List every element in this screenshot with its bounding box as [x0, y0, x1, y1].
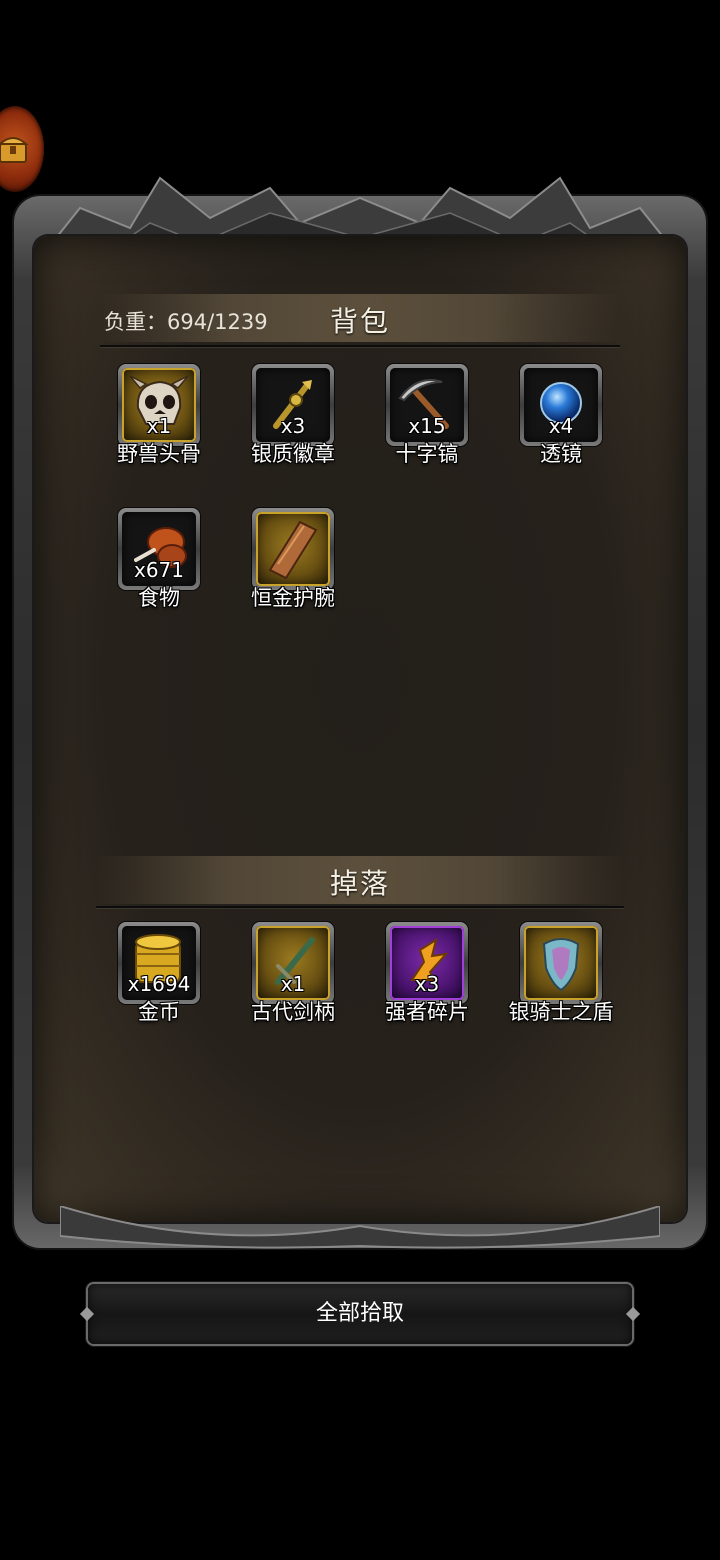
- item-slot-frame: [520, 922, 602, 1004]
- item-name: 古代剑柄: [251, 1000, 335, 1024]
- inventory-item-beast-skull[interactable]: x1 野兽头骨: [92, 364, 226, 474]
- item-count: x1: [146, 414, 172, 438]
- item-count: x671: [133, 558, 184, 582]
- bracer-icon: [256, 512, 330, 586]
- item-name: 食物: [138, 586, 180, 610]
- inventory-item-food[interactable]: x671 食物: [92, 508, 226, 618]
- inventory-item-bracer[interactable]: 恒金护腕: [226, 508, 360, 618]
- item-count: x15: [408, 414, 446, 438]
- drops-header-divider: [96, 906, 624, 908]
- drop-item-sword-hilt[interactable]: x1 古代剑柄: [226, 922, 360, 1032]
- drop-item-silver-knight-shield[interactable]: 银骑士之盾: [494, 922, 628, 1032]
- pickup-all-button[interactable]: 全部拾取: [79, 1284, 641, 1344]
- item-name: 金币: [138, 1000, 180, 1024]
- button-corner-ornament: [625, 1306, 641, 1322]
- item-name: 十字镐: [395, 442, 459, 466]
- inventory-item-pickaxe[interactable]: x15 十字镐: [360, 364, 494, 474]
- drop-item-gold-coins[interactable]: x1694 金币: [92, 922, 226, 1032]
- item-count: x3: [414, 972, 440, 996]
- drop-item-shard[interactable]: x3 强者碎片: [360, 922, 494, 1032]
- treasure-chest-icon: [0, 137, 29, 163]
- item-name: 恒金护腕: [251, 586, 335, 610]
- pickup-all-label: 全部拾取: [315, 1301, 404, 1326]
- item-name: 野兽头骨: [117, 442, 201, 466]
- inventory-item-silver-badge[interactable]: x3 银质徽章: [226, 364, 360, 474]
- button-corner-ornament: [79, 1306, 95, 1322]
- item-name: 银骑士之盾: [508, 1000, 614, 1024]
- item-count: x1: [280, 972, 306, 996]
- inventory-item-lens[interactable]: x4 透镜: [494, 364, 628, 474]
- drops-title: 掉落: [329, 867, 390, 900]
- item-count: x3: [280, 414, 306, 438]
- inventory-header-divider: [100, 345, 620, 347]
- panel-bottom-ornament: [60, 1206, 660, 1249]
- item-name: 透镜: [540, 442, 582, 466]
- item-count: x4: [548, 414, 574, 438]
- item-count: x1694: [127, 972, 191, 996]
- shield-icon: [524, 926, 598, 1000]
- item-name: 强者碎片: [385, 1000, 469, 1024]
- item-slot-frame: [252, 508, 334, 590]
- treasure-chest-button[interactable]: [0, 106, 44, 192]
- item-name: 银质徽章: [251, 442, 335, 466]
- inventory-title: 背包: [329, 305, 390, 338]
